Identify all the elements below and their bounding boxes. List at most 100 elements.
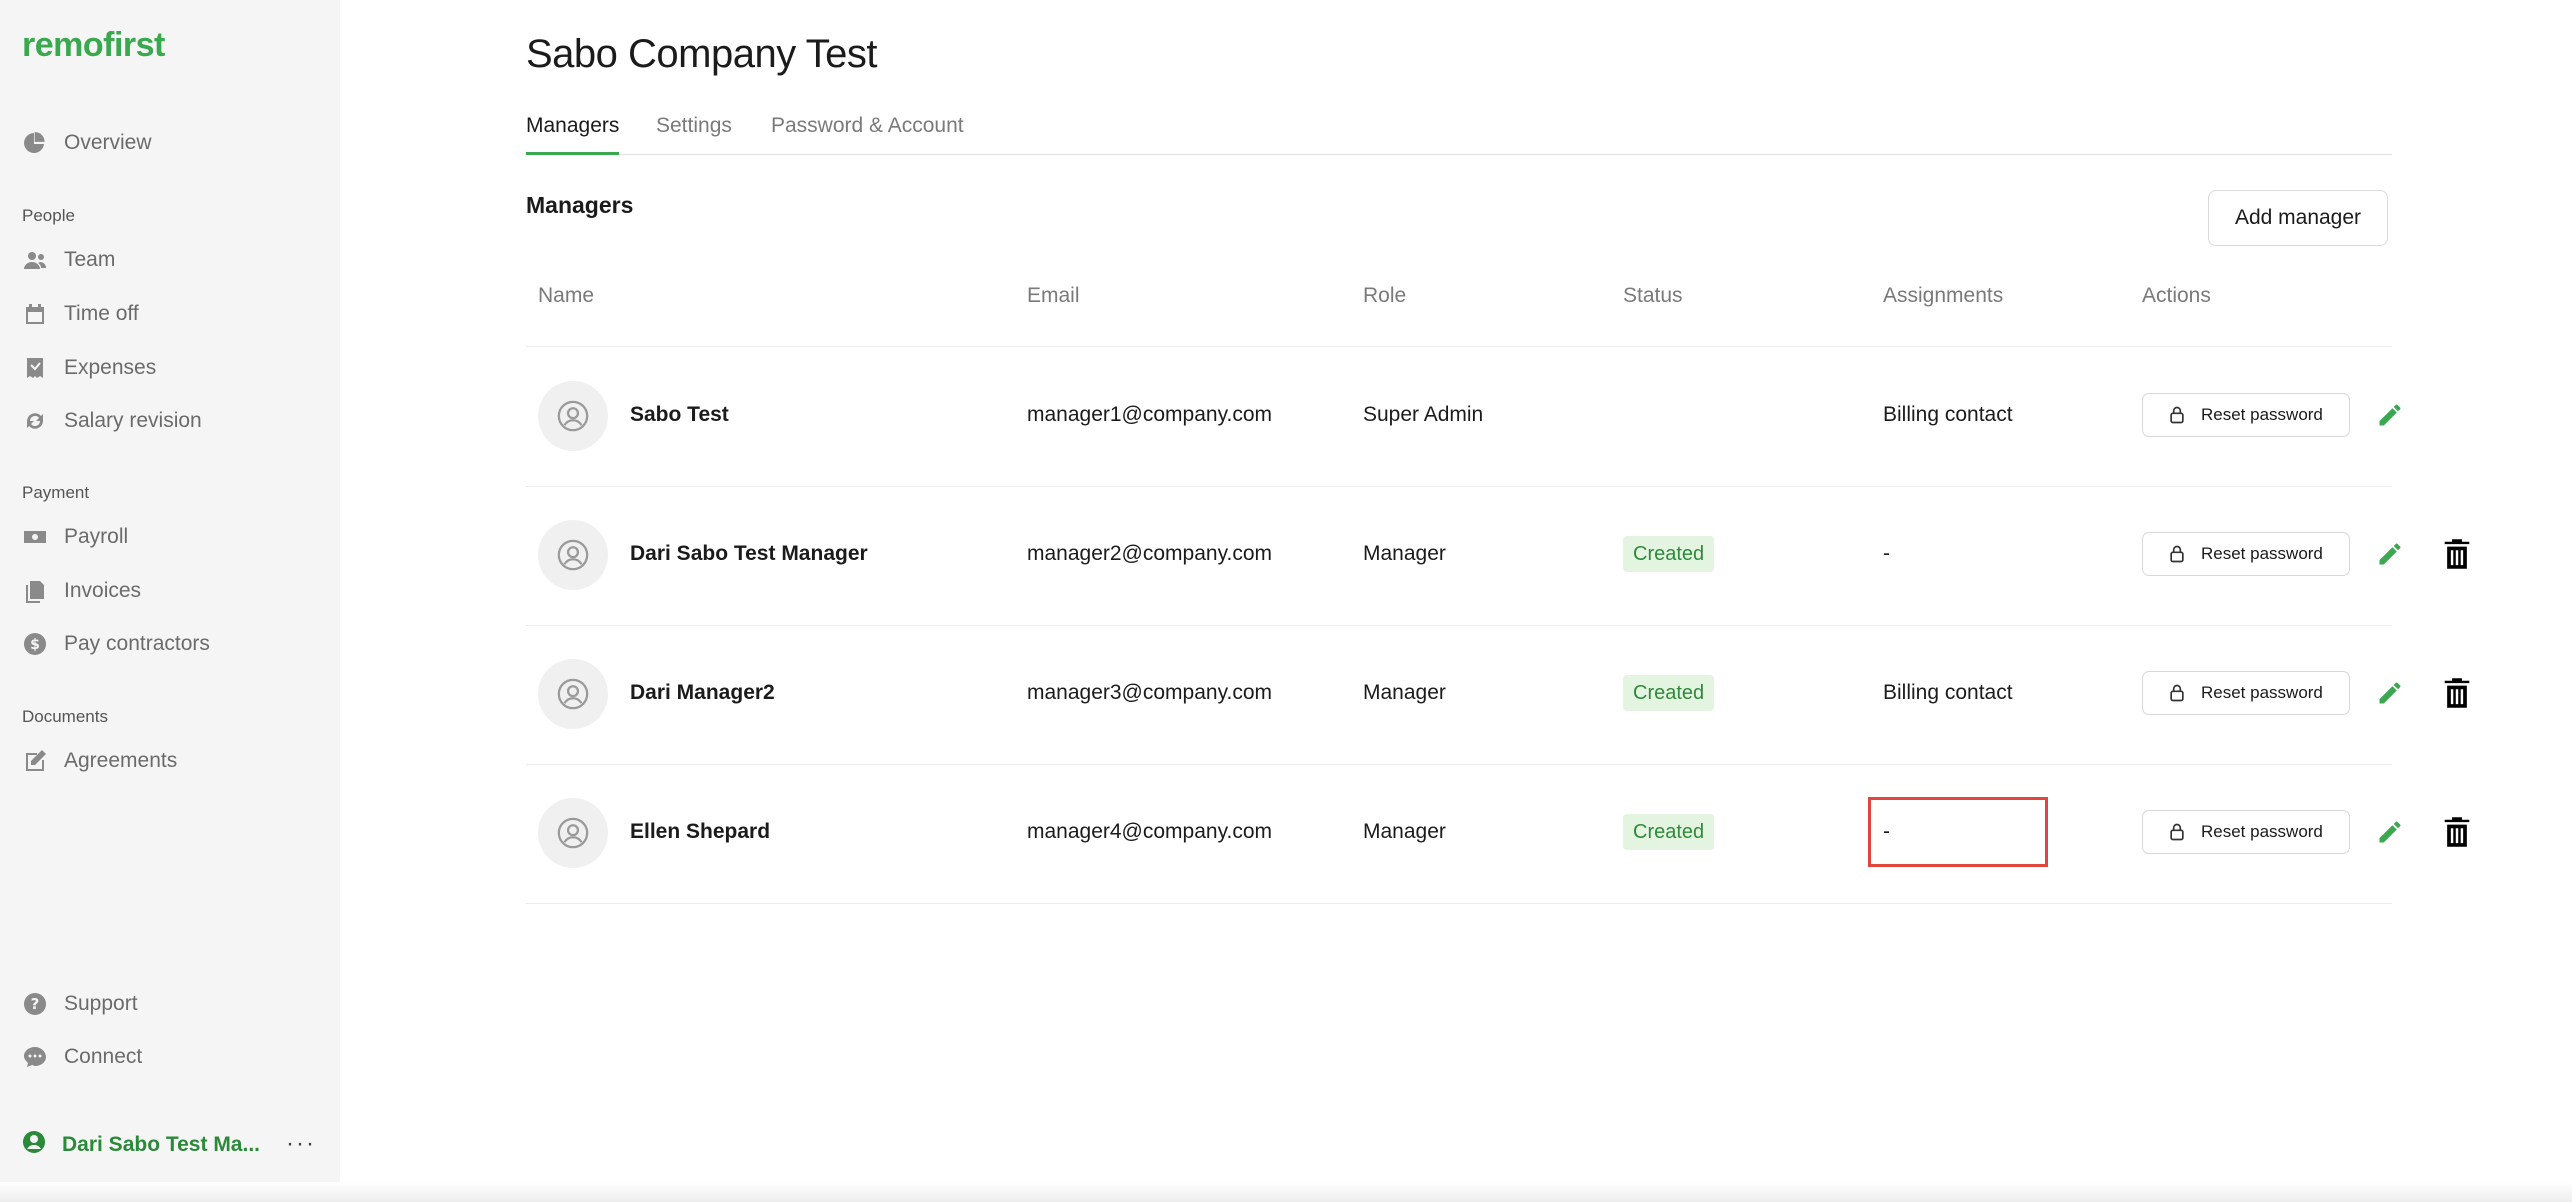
lock-icon	[2170, 823, 2184, 841]
current-user-name: Dari Sabo Test Ma...	[62, 1133, 260, 1156]
manager-email: manager2@company.com	[1027, 542, 1273, 565]
sidebar-item-label: Time off	[64, 302, 139, 325]
calendar-icon	[22, 301, 48, 327]
user-placeholder-icon	[557, 817, 589, 849]
table-row: Dari Manager2 manager3@company.com Manag…	[526, 625, 2470, 765]
current-user[interactable]: Dari Sabo Test Ma...	[22, 1128, 322, 1162]
lock-icon	[2170, 545, 2184, 563]
sidebar-item-label: Pay contractors	[64, 632, 210, 655]
sidebar-item-label: Support	[64, 992, 138, 1015]
sidebar-item-connect[interactable]: Connect	[22, 1040, 322, 1074]
refresh-icon	[22, 408, 48, 434]
user-placeholder-icon	[557, 678, 589, 710]
dollar-icon: $	[22, 631, 48, 657]
sidebar-item-label: Invoices	[64, 579, 142, 602]
section-label-people: People	[22, 206, 75, 225]
manager-name: Dari Manager2	[630, 681, 775, 704]
sidebar-item-expenses[interactable]: Expenses	[22, 351, 322, 385]
sidebar-item-pay-contractors[interactable]: $ Pay contractors	[22, 627, 322, 661]
tab-settings[interactable]: Settings	[656, 114, 732, 152]
trash-icon[interactable]	[2442, 816, 2472, 848]
reset-password-button[interactable]: Reset password	[2142, 810, 2350, 854]
sidebar-item-payroll[interactable]: Payroll	[22, 520, 322, 554]
sidebar-item-label: Team	[64, 248, 116, 271]
manager-role: Manager	[1363, 542, 1446, 565]
status-badge: Created	[1623, 536, 1715, 572]
manager-name: Ellen Shepard	[630, 820, 771, 843]
receipt-icon	[22, 355, 48, 381]
sidebar-item-label: Salary revision	[64, 409, 202, 432]
tab-managers[interactable]: Managers	[526, 114, 620, 155]
sidebar-item-label: Connect	[64, 1045, 143, 1068]
sidebar-item-label: Payroll	[64, 525, 129, 548]
edit-icon[interactable]	[2376, 540, 2404, 568]
avatar	[538, 659, 608, 729]
reset-password-button[interactable]: Reset password	[2142, 393, 2350, 437]
highlight-box	[1868, 797, 2048, 867]
manager-name: Sabo Test	[630, 403, 729, 426]
column-header-email: Email	[1027, 284, 1080, 307]
help-icon: ?	[22, 991, 48, 1017]
sidebar-item-label: Expenses	[64, 356, 157, 379]
logo[interactable]: remofirst	[22, 26, 165, 65]
pie-chart-icon	[22, 130, 48, 156]
sidebar-item-team[interactable]: Team	[22, 243, 322, 277]
team-icon	[22, 247, 48, 273]
user-circle-icon	[22, 1130, 46, 1160]
svg-text:$: $	[30, 637, 40, 653]
trash-icon[interactable]	[2442, 677, 2472, 709]
chat-icon	[22, 1044, 48, 1070]
column-header-name: Name	[538, 284, 595, 307]
manager-role: Manager	[1363, 681, 1446, 704]
tab-bar: Managers Settings Password & Account	[526, 112, 2392, 155]
edit-icon[interactable]	[2376, 679, 2404, 707]
sidebar-item-label: Agreements	[64, 749, 178, 772]
manager-role: Super Admin	[1363, 403, 1484, 426]
svg-text:?: ?	[31, 995, 40, 1013]
manager-name: Dari Sabo Test Manager	[630, 542, 868, 565]
edit-icon[interactable]	[2376, 818, 2404, 846]
manager-assignments: Billing contact	[1883, 681, 2013, 704]
table-row: Dari Sabo Test Manager manager2@company.…	[526, 486, 2470, 626]
section-title: Managers	[526, 192, 634, 218]
trash-icon[interactable]	[2442, 538, 2472, 570]
section-label-documents: Documents	[22, 707, 108, 726]
documents-icon	[22, 578, 48, 604]
edit-document-icon	[22, 748, 48, 774]
tab-password-account[interactable]: Password & Account	[771, 114, 964, 152]
reset-password-label: Reset password	[2201, 544, 2323, 563]
manager-assignments: Billing contact	[1883, 403, 2013, 426]
bottom-shadow	[0, 1182, 2572, 1202]
manager-email: manager4@company.com	[1027, 820, 1273, 843]
sidebar-item-salary-revision[interactable]: Salary revision	[22, 404, 322, 438]
column-header-assignments: Assignments	[1883, 284, 2004, 307]
section-label-payment: Payment	[22, 483, 90, 502]
edit-icon[interactable]	[2376, 401, 2404, 429]
avatar	[538, 798, 608, 868]
lock-icon	[2170, 406, 2184, 424]
reset-password-button[interactable]: Reset password	[2142, 671, 2350, 715]
more-options-icon[interactable]: ···	[286, 1130, 316, 1158]
column-header-role: Role	[1363, 284, 1407, 307]
table-row: Ellen Shepard manager4@company.com Manag…	[526, 764, 2470, 904]
manager-assignments: -	[1883, 542, 1890, 565]
add-manager-button[interactable]: Add manager	[2208, 190, 2388, 246]
status-badge: Created	[1623, 814, 1715, 850]
column-header-actions: Actions	[2142, 284, 2211, 307]
sidebar-item-overview[interactable]: Overview	[22, 126, 322, 160]
reset-password-label: Reset password	[2201, 405, 2323, 424]
manager-email: manager1@company.com	[1027, 403, 1273, 426]
sidebar: remofirst Overview People Team Time off …	[0, 0, 340, 1202]
user-placeholder-icon	[557, 539, 589, 571]
page-title: Sabo Company Test	[526, 32, 877, 76]
sidebar-item-label: Overview	[64, 131, 152, 154]
reset-password-button[interactable]: Reset password	[2142, 532, 2350, 576]
manager-email: manager3@company.com	[1027, 681, 1273, 704]
avatar	[538, 381, 608, 451]
sidebar-item-invoices[interactable]: Invoices	[22, 574, 322, 608]
banknote-icon	[22, 524, 48, 550]
sidebar-item-time-off[interactable]: Time off	[22, 297, 322, 331]
table-row: Sabo Test manager1@company.com Super Adm…	[526, 347, 2401, 487]
sidebar-item-agreements[interactable]: Agreements	[22, 744, 322, 778]
sidebar-item-support[interactable]: ? Support	[22, 987, 322, 1021]
